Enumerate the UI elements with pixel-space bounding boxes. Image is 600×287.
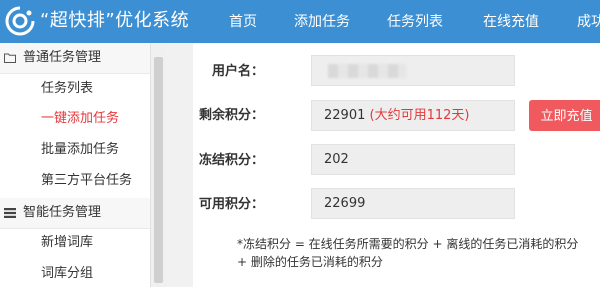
footnote-line1: *冻结积分 = 在线任务所需要的积分 + 离线的任务已消耗的积分 bbox=[237, 237, 579, 251]
sidebar-item-task-list[interactable]: 任务列表 bbox=[41, 80, 93, 98]
frozen-points-value: 202 bbox=[324, 152, 349, 167]
sidebar-section-label: 智能任务管理 bbox=[23, 205, 102, 220]
frozen-points-field: 202 bbox=[311, 144, 515, 175]
username-blurred bbox=[328, 64, 406, 78]
top-header: “超快排”优化系统 首页 添加任务 任务列表 在线充值 成功 bbox=[0, 0, 600, 43]
username-label: 用户名： bbox=[211, 64, 264, 79]
available-points-field: 22699 bbox=[311, 188, 515, 219]
sidebar-item-new-lexicon[interactable]: 新增词库 bbox=[41, 234, 93, 252]
available-points-label: 可用积分： bbox=[198, 197, 264, 212]
scrollbar-thumb[interactable] bbox=[154, 57, 163, 283]
nav-task-list[interactable]: 任务列表 bbox=[387, 13, 443, 31]
main-content: 用户名： 剩余积分： 22901 (大约可用112天) 立即充值 冻结积分： 2… bbox=[166, 43, 600, 287]
folder-icon bbox=[4, 53, 16, 63]
sidebar-item-batch-add-task[interactable]: 批量添加任务 bbox=[41, 141, 119, 159]
sidebar-item-lexicon-group[interactable]: 词库分组 bbox=[41, 265, 93, 283]
remaining-points-label: 剩余积分： bbox=[198, 108, 264, 123]
username-field bbox=[311, 55, 515, 86]
sidebar-item-quick-add-task[interactable]: 一键添加任务 bbox=[41, 110, 119, 128]
recharge-now-button[interactable]: 立即充值 bbox=[529, 100, 600, 131]
sidebar-scrollbar[interactable] bbox=[150, 43, 167, 287]
remaining-points-value: 22901 bbox=[324, 108, 366, 123]
nav-success[interactable]: 成功 bbox=[577, 13, 600, 31]
list-icon bbox=[4, 208, 16, 218]
frozen-points-label: 冻结积分： bbox=[198, 153, 264, 168]
nav-add-task[interactable]: 添加任务 bbox=[294, 13, 350, 31]
sidebar-section-label: 普通任务管理 bbox=[23, 50, 102, 65]
points-card: 用户名： 剩余积分： 22901 (大约可用112天) 立即充值 冻结积分： 2… bbox=[193, 43, 600, 287]
nav-home[interactable]: 首页 bbox=[229, 13, 257, 31]
available-points-value: 22699 bbox=[324, 196, 366, 211]
sidebar: 普通任务管理 任务列表 一键添加任务 批量添加任务 第三方平台任务 智能任务管理… bbox=[0, 43, 150, 287]
sidebar-section-normal-tasks[interactable]: 普通任务管理 bbox=[0, 43, 150, 74]
logo-text: “超快排”优化系统 bbox=[40, 10, 190, 31]
footnote-line2: + 删除的任务已消耗的积分 bbox=[237, 255, 383, 269]
remaining-days-note: (大约可用112天) bbox=[369, 108, 470, 123]
sidebar-section-smart-tasks[interactable]: 智能任务管理 bbox=[0, 198, 150, 229]
remaining-points-field: 22901 (大约可用112天) bbox=[311, 100, 515, 131]
logo-icon bbox=[5, 6, 35, 36]
sidebar-item-third-party-task[interactable]: 第三方平台任务 bbox=[41, 172, 132, 190]
nav-online-recharge[interactable]: 在线充值 bbox=[483, 13, 539, 31]
